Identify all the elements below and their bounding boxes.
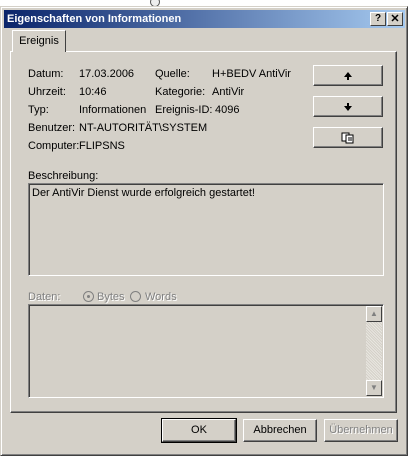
user-value: NT-AUTORITÄT\SYSTEM (79, 122, 208, 134)
event-id-label: Ereignis-ID: (155, 104, 213, 116)
window-title: Eigenschaften von Informationen (7, 13, 182, 25)
category-value: AntiVir (212, 86, 245, 98)
time-value: 10:46 (79, 86, 107, 98)
words-radio[interactable] (130, 291, 141, 302)
computer-value: FLIPSNS (79, 140, 125, 152)
bytes-radio-label: Bytes (97, 291, 125, 303)
scroll-down-button[interactable]: ▼ (366, 380, 382, 396)
type-value: Informationen (79, 104, 147, 116)
arrow-down-icon (344, 102, 352, 111)
apply-button[interactable]: Übernehmen (324, 419, 398, 442)
time-label: Uhrzeit: (28, 86, 66, 98)
copy-icon (341, 132, 354, 143)
close-button[interactable]: ✕ (387, 12, 403, 26)
copy-button[interactable] (313, 127, 383, 148)
category-label: Kategorie: (155, 86, 206, 98)
source-label: Quelle: (155, 68, 190, 80)
date-label: Datum: (28, 68, 64, 80)
scroll-up-button[interactable]: ▲ (366, 306, 382, 322)
computer-label: Computer: (28, 140, 80, 152)
description-label: Beschreibung: (28, 170, 99, 182)
data-textbox[interactable] (28, 304, 384, 398)
next-event-button[interactable] (313, 96, 383, 117)
arrow-up-icon (344, 71, 352, 80)
ok-button[interactable]: OK (161, 418, 237, 443)
user-label: Benutzer: (28, 122, 76, 134)
bytes-radio[interactable] (83, 291, 94, 302)
description-textbox[interactable]: Der AntiVir Dienst wurde erfolgreich ges… (28, 183, 384, 276)
words-radio-label: Words (145, 291, 177, 303)
cancel-button[interactable]: Abbrechen (243, 419, 317, 442)
data-label: Daten: (28, 291, 61, 303)
date-value: 17.03.2006 (79, 68, 135, 80)
source-value: H+BEDV AntiVir (212, 68, 291, 80)
data-scrollbar[interactable]: ▲ ▼ (366, 306, 382, 396)
event-id-value: 4096 (215, 104, 240, 116)
tab-ereignis[interactable]: Ereignis (12, 30, 66, 52)
title-bar[interactable]: Eigenschaften von Informationen ? ✕ (4, 10, 405, 28)
description-text: Der AntiVir Dienst wurde erfolgreich ges… (32, 187, 255, 199)
type-label: Typ: (28, 104, 49, 116)
previous-event-button[interactable] (313, 65, 383, 86)
help-button[interactable]: ? (370, 12, 386, 26)
